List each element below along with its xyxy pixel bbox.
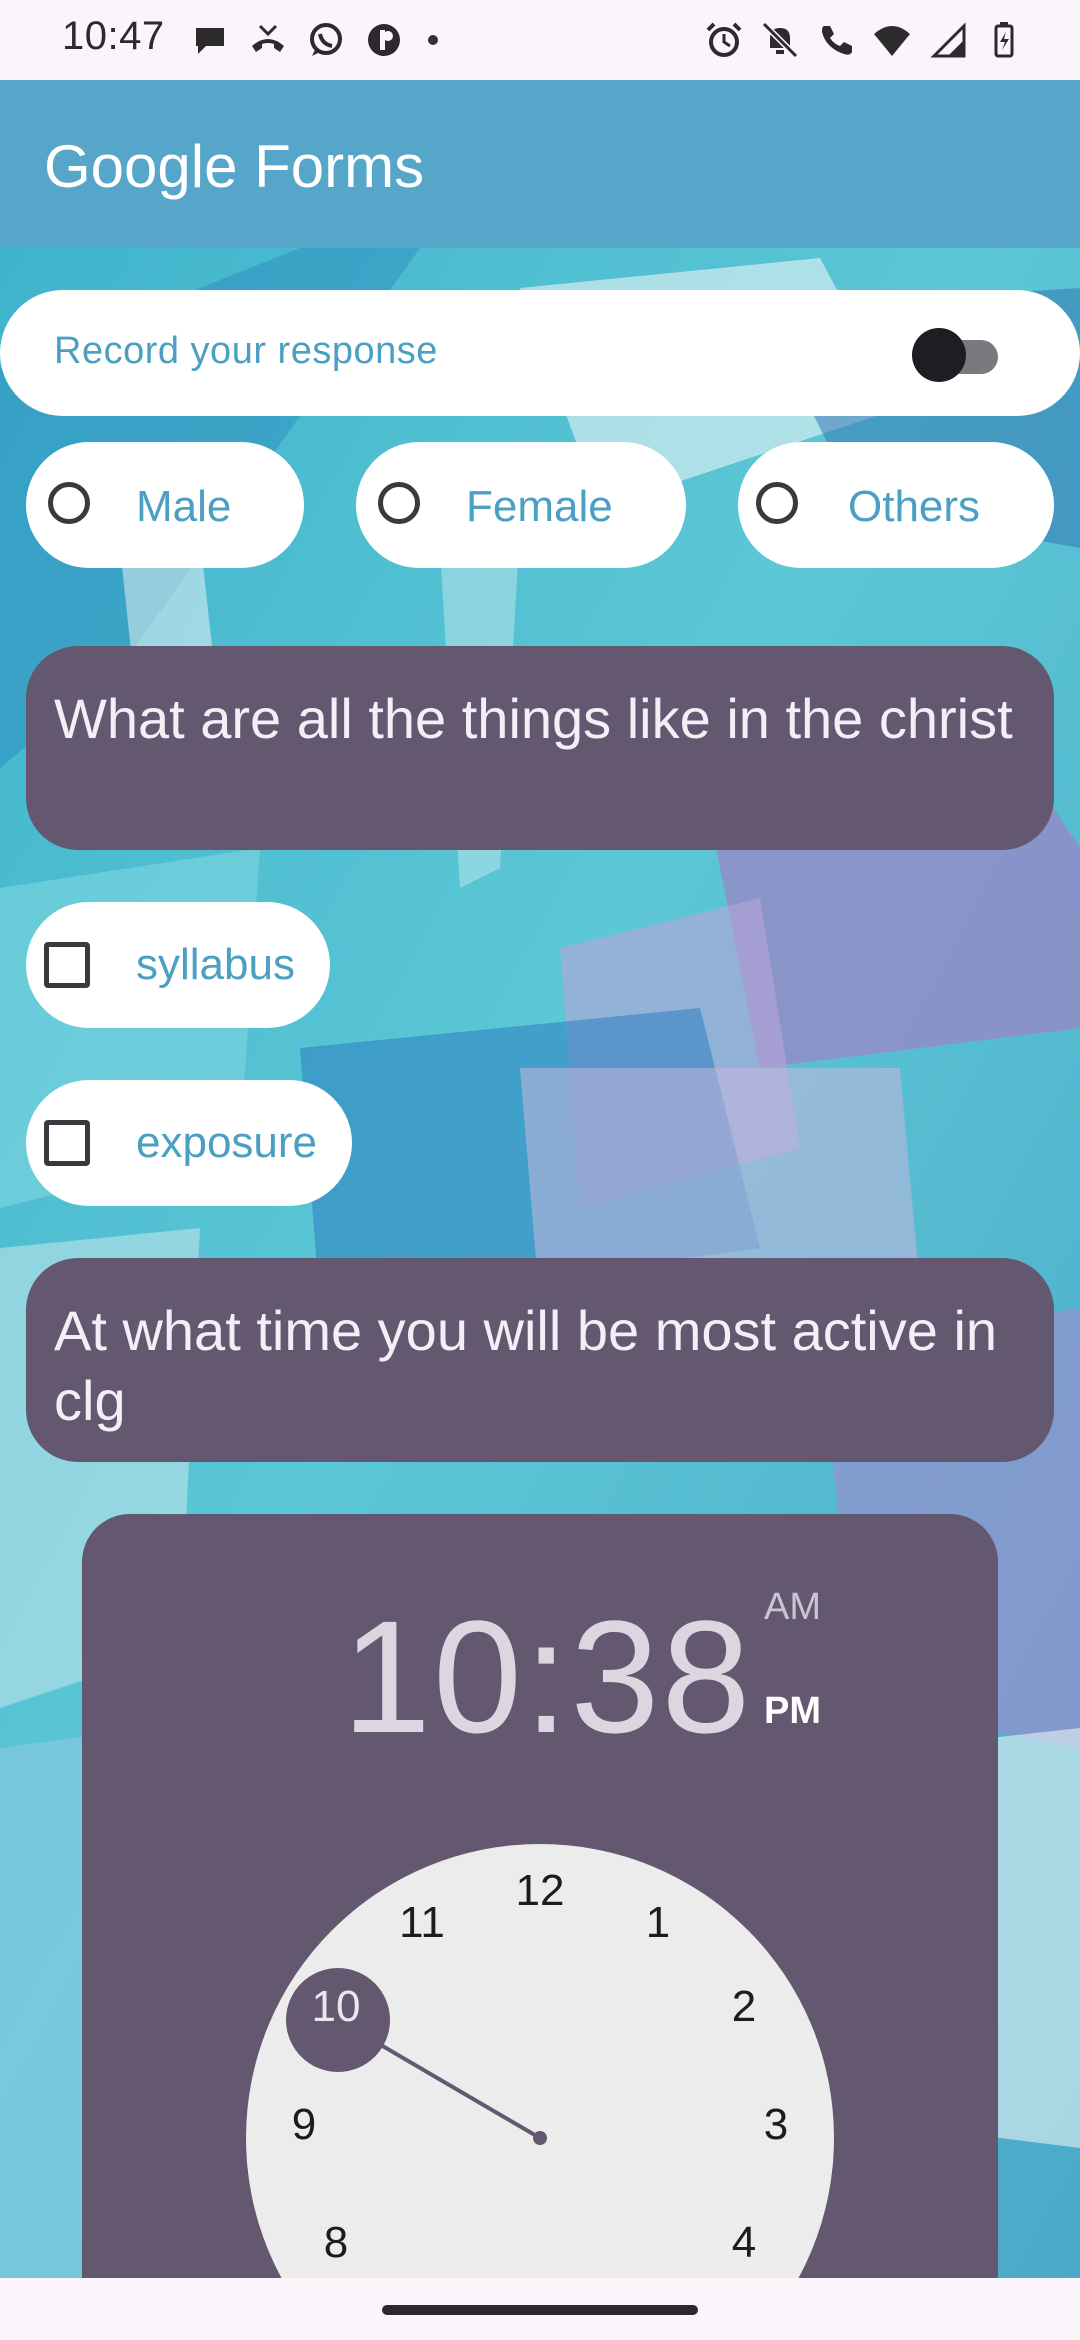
alarm-icon — [704, 20, 744, 60]
dot-icon — [428, 35, 438, 45]
app-bar: Google Forms — [0, 80, 1080, 248]
navigation-bar — [0, 2278, 1080, 2340]
clock-hour-11[interactable]: 11 — [382, 1898, 462, 1948]
status-bar: 10:47 — [0, 0, 1080, 80]
radio-button-icon[interactable] — [48, 482, 90, 524]
checkbox-label: syllabus — [136, 940, 295, 989]
question-text: At what time you will be most active in … — [54, 1299, 998, 1432]
notification-icons — [190, 20, 438, 60]
clock-hour-10[interactable]: 10 — [296, 1982, 376, 2032]
app-icon — [364, 20, 404, 60]
wifi-calling-icon — [816, 20, 856, 60]
status-time: 10:47 — [62, 14, 165, 58]
question-card-2: At what time you will be most active in … — [26, 1258, 1054, 1462]
clock-hour-8[interactable]: 8 — [296, 2218, 376, 2268]
clock-hour-12[interactable]: 12 — [500, 1866, 580, 1916]
wifi-icon — [872, 20, 912, 60]
am-toggle[interactable]: AM — [764, 1586, 821, 1629]
question-card-1: What are all the things like in the chri… — [26, 646, 1054, 850]
pm-toggle[interactable]: PM — [764, 1690, 821, 1733]
checkbox-icon[interactable] — [44, 1120, 90, 1166]
clock-hour-3[interactable]: 3 — [736, 2100, 816, 2150]
app-title: Google Forms — [44, 133, 425, 200]
radio-option-others[interactable]: Others — [738, 442, 1054, 568]
checkbox-option-syllabus[interactable]: syllabus — [26, 902, 330, 1028]
home-gesture-handle[interactable] — [382, 2305, 698, 2315]
radio-label: Female — [466, 482, 613, 531]
radio-label: Male — [136, 482, 232, 531]
radio-button-icon[interactable] — [378, 482, 420, 524]
radio-button-icon[interactable] — [756, 482, 798, 524]
mute-icon — [760, 20, 800, 60]
whatsapp-icon — [306, 20, 346, 60]
radio-option-male[interactable]: Male — [26, 442, 304, 568]
record-response-label: Record your response — [54, 330, 438, 372]
screen: 10:47 Google Forms Record your response … — [0, 0, 1080, 2340]
checkbox-icon[interactable] — [44, 942, 90, 988]
chat-bubble-icon — [190, 20, 230, 60]
call-missed-icon — [248, 20, 288, 60]
lte-signal-icon — [928, 20, 968, 60]
battery-icon — [984, 20, 1024, 60]
checkbox-option-exposure[interactable]: exposure — [26, 1080, 352, 1206]
clock-hour-4[interactable]: 4 — [704, 2218, 784, 2268]
clock-hour-2[interactable]: 2 — [704, 1982, 784, 2032]
record-toggle-thumb[interactable] — [912, 328, 966, 382]
clock-hour-1[interactable]: 1 — [618, 1898, 698, 1948]
radio-option-female[interactable]: Female — [356, 442, 686, 568]
system-icons — [704, 20, 1024, 60]
checkbox-label: exposure — [136, 1118, 318, 1167]
time-display[interactable]: 10:38 — [342, 1592, 752, 1762]
time-picker: 10:38 AM PM 12 1 2 3 4 8 9 10 11 — [82, 1514, 998, 2340]
clock-hour-9[interactable]: 9 — [264, 2100, 344, 2150]
question-text: What are all the things like in the chri… — [54, 687, 1013, 750]
radio-label: Others — [848, 482, 981, 531]
